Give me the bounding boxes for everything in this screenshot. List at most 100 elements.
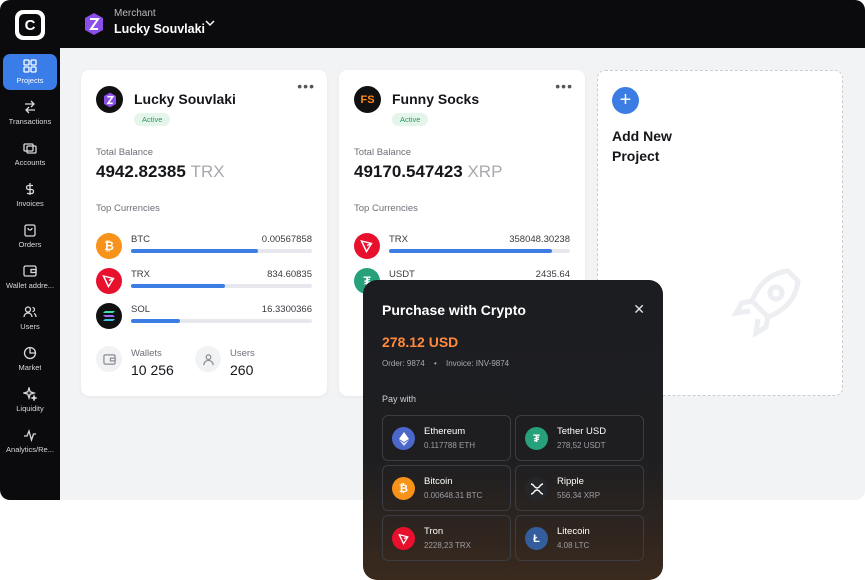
currency-progress-track bbox=[131, 319, 312, 323]
pulse-icon bbox=[24, 428, 36, 442]
more-options-icon[interactable]: ••• bbox=[555, 78, 573, 94]
currency-progress-fill bbox=[131, 249, 258, 253]
sidebar-item-label: Orders bbox=[18, 240, 42, 249]
total-balance-label: Total Balance bbox=[354, 147, 412, 158]
bag-icon bbox=[24, 224, 36, 237]
merchant-logo-icon bbox=[103, 92, 116, 107]
balance-amount: 4942.82385 bbox=[96, 162, 186, 181]
status-badge: Active bbox=[134, 113, 171, 126]
sidebar-item-invoices[interactable]: Invoices bbox=[3, 177, 57, 213]
users-icon bbox=[23, 306, 37, 318]
bitcoin-icon: ₿ bbox=[392, 477, 415, 500]
funny-socks-logo-icon: FS bbox=[360, 93, 375, 106]
pie-icon bbox=[23, 346, 37, 360]
top-bar: Merchant Lucky Souvlaki bbox=[60, 0, 865, 48]
sidebar-item-label: Users bbox=[20, 322, 40, 331]
option-amount: 556.34 XRP bbox=[557, 491, 601, 500]
option-name: Ripple bbox=[557, 476, 584, 487]
project-avatar: FS bbox=[354, 86, 381, 113]
sidebar-item-label: Wallet addre... bbox=[5, 281, 55, 290]
ripple-icon bbox=[525, 477, 548, 500]
plus-icon[interactable]: + bbox=[612, 87, 639, 114]
project-avatar bbox=[96, 86, 123, 113]
arrows-icon bbox=[25, 100, 35, 114]
purchase-amount: 278.12 USD bbox=[382, 334, 459, 350]
sidebar-item-market[interactable]: Market bbox=[3, 341, 57, 377]
currency-value: 834.60835 bbox=[267, 269, 312, 280]
litecoin-icon: Ł bbox=[525, 527, 548, 550]
app-logo[interactable]: C bbox=[15, 10, 45, 40]
user-icon bbox=[195, 346, 221, 372]
sidebar-item-projects[interactable]: Projects bbox=[3, 54, 57, 90]
currency-progress-track bbox=[389, 249, 570, 253]
sidebar-item-orders[interactable]: Orders bbox=[3, 218, 57, 254]
sparkle-icon bbox=[23, 387, 37, 401]
accounts-icon bbox=[23, 143, 37, 154]
merchant-label: Merchant bbox=[114, 8, 156, 19]
pay-option-bitcoin[interactable]: ₿ Bitcoin 0.00648.31 BTC bbox=[382, 465, 511, 511]
users-value: 260 bbox=[230, 362, 254, 378]
sidebar-item-analytics[interactable]: Analytics/Re... bbox=[3, 423, 57, 459]
top-currencies-label: Top Currencies bbox=[354, 203, 418, 214]
balance-amount: 49170.547423 bbox=[354, 162, 463, 181]
currency-progress-fill bbox=[389, 249, 552, 253]
sidebar-item-label: Projects bbox=[16, 76, 44, 85]
currency-code: USDT bbox=[389, 269, 415, 280]
solana-icon bbox=[96, 303, 122, 329]
currency-row: SOL 16.3300366 bbox=[96, 303, 312, 331]
order-info: Order: 9874 • Invoice: INV-9874 bbox=[382, 359, 509, 368]
sidebar-item-label: Transactions bbox=[8, 117, 52, 126]
close-icon[interactable]: ✕ bbox=[633, 301, 645, 318]
purchase-with-crypto-modal: Purchase with Crypto ✕ 278.12 USD Order:… bbox=[363, 280, 663, 580]
users-label: Users bbox=[230, 348, 255, 359]
total-balance-value: 4942.82385 TRX bbox=[96, 162, 225, 182]
total-balance-label: Total Balance bbox=[96, 147, 154, 158]
bitcoin-icon: ₿ bbox=[96, 233, 122, 259]
more-options-icon[interactable]: ••• bbox=[297, 78, 315, 94]
sidebar-item-liquidity[interactable]: Liquidity bbox=[3, 382, 57, 418]
sidebar-item-accounts[interactable]: Accounts bbox=[3, 136, 57, 172]
currency-code: BTC bbox=[131, 234, 150, 245]
option-amount: 278,52 USDT bbox=[557, 441, 606, 450]
currency-row: ₿ BTC 0.00567858 bbox=[96, 233, 312, 261]
sidebar-item-label: Invoices bbox=[16, 199, 44, 208]
pay-option-tether-usd[interactable]: ₮ Tether USD 278,52 USDT bbox=[515, 415, 644, 461]
tron-icon bbox=[354, 233, 380, 259]
merchant-switcher[interactable]: Lucky Souvlaki bbox=[114, 22, 205, 36]
currency-row: TRX 358048.30238 bbox=[354, 233, 570, 261]
project-name: Lucky Souvlaki bbox=[134, 91, 236, 107]
option-amount: 0.00648.31 BTC bbox=[424, 491, 483, 500]
sidebar-item-label: Analytics/Re... bbox=[6, 445, 54, 454]
option-name: Litecoin bbox=[557, 526, 590, 537]
pay-option-ripple[interactable]: Ripple 556.34 XRP bbox=[515, 465, 644, 511]
project-card-lucky-souvlaki[interactable]: Lucky Souvlaki Active ••• Total Balance … bbox=[81, 70, 327, 396]
sidebar-item-wallet-addresses[interactable]: Wallet addre... bbox=[3, 259, 57, 295]
sidebar-item-transactions[interactable]: Transactions bbox=[3, 95, 57, 131]
currency-code: TRX bbox=[389, 234, 408, 245]
sidebar-item-users[interactable]: Users bbox=[3, 300, 57, 336]
pay-option-tron[interactable]: Tron 2228,23 TRX bbox=[382, 515, 511, 561]
total-balance-value: 49170.547423 XRP bbox=[354, 162, 502, 182]
option-amount: 2228,23 TRX bbox=[424, 541, 471, 550]
currency-value: 2435.64 bbox=[535, 269, 570, 280]
pay-with-label: Pay with bbox=[382, 394, 417, 404]
chevron-down-icon[interactable] bbox=[204, 17, 216, 29]
option-amount: 4.08 LTC bbox=[557, 541, 590, 550]
status-badge: Active bbox=[392, 113, 429, 126]
currency-row: TRX 834.60835 bbox=[96, 268, 312, 296]
wallets-value: 10 256 bbox=[131, 362, 174, 378]
wallet-icon bbox=[23, 265, 37, 277]
tether-icon: ₮ bbox=[525, 427, 548, 450]
option-amount: 0.117788 ETH bbox=[424, 441, 475, 450]
project-name: Funny Socks bbox=[392, 91, 480, 107]
pay-option-ethereum[interactable]: Ethereum 0.117788 ETH bbox=[382, 415, 511, 461]
option-name: Ethereum bbox=[424, 426, 466, 437]
invoice-number: Invoice: INV-9874 bbox=[445, 359, 510, 368]
pay-option-litecoin[interactable]: Ł Litecoin 4.08 LTC bbox=[515, 515, 644, 561]
grid-icon bbox=[23, 59, 37, 73]
order-number: Order: 9874 bbox=[382, 359, 425, 368]
modal-title: Purchase with Crypto bbox=[382, 302, 526, 318]
currency-progress-fill bbox=[131, 319, 180, 323]
currency-value: 0.00567858 bbox=[261, 234, 312, 245]
wallets-label: Wallets bbox=[131, 348, 162, 359]
